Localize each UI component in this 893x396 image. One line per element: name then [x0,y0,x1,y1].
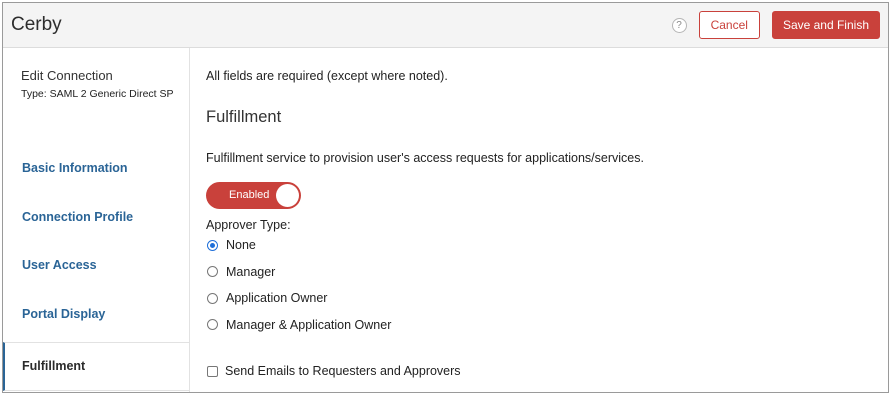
section-title: Fulfillment [206,108,282,126]
radio-label: Manager [226,264,276,279]
content-area: Edit Connection Type: SAML 2 Generic Dir… [3,48,888,392]
radio-label: None [226,238,256,253]
sidebar-item-basic-information[interactable]: Basic Information [3,144,189,193]
sidebar-item-connection-profile[interactable]: Connection Profile [3,193,189,242]
send-emails-checkbox[interactable] [207,365,218,377]
toggle-knob [276,184,299,207]
approver-option-none[interactable]: None [206,232,888,259]
send-emails-option[interactable]: Send Emails to Requesters and Approvers [206,364,888,378]
approver-type-label: Approver Type: [206,218,291,232]
toggle-label: Enabled [229,189,270,201]
radio-button[interactable] [207,319,218,331]
sidebar-item-portal-display[interactable]: Portal Display [3,290,189,339]
save-and-finish-button[interactable]: Save and Finish [771,11,880,39]
connection-type: Type: SAML 2 Generic Direct SP [21,88,174,100]
app-title: Cerby [11,14,62,35]
sidebar-item-user-access[interactable]: User Access [3,241,189,290]
sidebar: Edit Connection Type: SAML 2 Generic Dir… [3,48,190,392]
approver-option-manager[interactable]: Manager [206,259,888,286]
radio-button[interactable] [207,239,218,251]
radio-button[interactable] [207,266,218,278]
sidebar-item-fulfillment[interactable]: Fulfillment [3,342,189,391]
send-emails-label: Send Emails to Requesters and Approvers [225,364,461,378]
sidebar-header: Edit Connection Type: SAML 2 Generic Dir… [3,48,189,144]
radio-button[interactable] [207,292,218,304]
app-window: Cerby ? Cancel Save and Finish Edit Conn… [2,2,889,393]
header-actions: ? Cancel Save and Finish [671,11,880,39]
radio-label: Application Owner [226,291,328,306]
help-icon[interactable]: ? [671,17,687,33]
cancel-button[interactable]: Cancel [698,11,760,39]
section-description: Fulfillment service to provision user's … [206,151,644,165]
approver-option-application-owner[interactable]: Application Owner [206,285,888,312]
approver-option-manager-and-application-owner[interactable]: Manager & Application Owner [206,312,888,339]
fulfillment-enabled-toggle[interactable]: Enabled [206,182,301,209]
radio-label: Manager & Application Owner [226,317,392,332]
header-bar: Cerby ? Cancel Save and Finish [3,3,888,48]
main-panel: All fields are required (except where no… [190,48,888,392]
sidebar-title: Edit Connection [21,68,113,83]
required-fields-note: All fields are required (except where no… [206,69,448,83]
